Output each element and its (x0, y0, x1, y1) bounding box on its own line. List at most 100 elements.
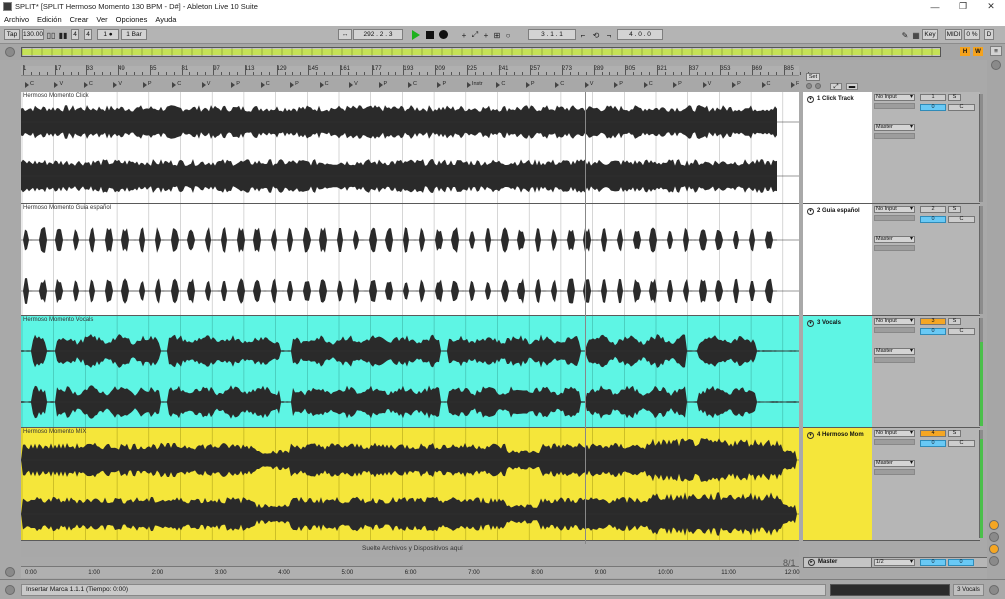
locator-marker-icon[interactable] (231, 82, 236, 88)
track-lane-vocals[interactable]: Hermoso Momento Vocals (21, 316, 799, 428)
locator-strip[interactable]: C V C V P C V P C P C V P C P Instr C P C V P C P V P C Final (21, 79, 799, 91)
track-name[interactable]: 4 Hermoso Mom (817, 432, 864, 438)
midi-map-button[interactable]: MIDI (945, 29, 962, 40)
h-button[interactable]: H (960, 47, 970, 56)
loop-length-field[interactable]: 4 . 0 . 0 (617, 29, 663, 40)
locator-marker-icon[interactable] (584, 82, 589, 88)
next-locator-icon[interactable] (815, 83, 821, 89)
solo-button[interactable]: S (948, 94, 961, 101)
locator-label[interactable]: C (30, 81, 34, 87)
locator-label[interactable]: C (501, 81, 505, 87)
volume-field[interactable]: 0 (920, 104, 946, 111)
computer-midi-keyboard-icon[interactable]: ▦ (911, 30, 921, 40)
input-channel-chooser[interactable] (874, 215, 915, 221)
output-channel-chooser[interactable] (874, 357, 915, 363)
track-activator[interactable]: 2 (920, 206, 946, 213)
input-channel-chooser[interactable] (874, 327, 915, 333)
input-type-chooser[interactable]: No Input (874, 94, 915, 101)
locator-label[interactable]: P (678, 81, 682, 87)
locator-label[interactable]: Instr (472, 81, 483, 87)
loop-start-field[interactable]: 3 . 1 . 1 (528, 29, 576, 40)
master-fold-icon[interactable]: ▸ (808, 559, 815, 566)
menu-ver[interactable]: Ver (96, 15, 107, 24)
menu-crear[interactable]: Crear (70, 15, 89, 24)
output-chooser[interactable]: Master (874, 236, 915, 243)
track-header-1[interactable]: ▾ 1 Click Track (803, 92, 872, 204)
locator-marker-icon[interactable] (761, 82, 766, 88)
menu-ayuda[interactable]: Ayuda (155, 15, 176, 24)
solo-button[interactable]: S (948, 206, 961, 213)
follow-button[interactable]: ↔ (338, 29, 352, 40)
track-lane-mix[interactable]: Hermoso Momento MIX (21, 428, 799, 541)
locator-label[interactable]: P (384, 81, 388, 87)
solo-button[interactable]: S (948, 318, 961, 325)
back-to-arrangement-icon[interactable]: + (481, 30, 491, 40)
solo-button[interactable]: S (948, 430, 961, 437)
punch-in-icon[interactable]: ⌐ (578, 30, 588, 40)
locator-marker-icon[interactable] (496, 82, 501, 88)
delay-toggle-icon[interactable] (989, 556, 999, 566)
output-chooser[interactable]: Master (874, 460, 915, 467)
show-mixer-icon[interactable]: ≡ (990, 46, 1002, 56)
output-chooser[interactable]: Master (874, 124, 915, 131)
pan-field[interactable]: C (948, 104, 975, 111)
locator-marker-icon[interactable] (172, 82, 177, 88)
locator-marker-icon[interactable] (83, 82, 88, 88)
time-sig-denominator[interactable]: 4 (84, 29, 92, 40)
fold-icon[interactable]: ▾ (807, 320, 814, 327)
locator-label[interactable]: V (59, 81, 63, 87)
locator-marker-icon[interactable] (643, 82, 648, 88)
expand-tracks-icon[interactable]: ⤢ (830, 83, 842, 90)
prev-locator-icon[interactable] (806, 83, 812, 89)
tap-tempo-button[interactable]: Tap (4, 29, 20, 40)
volume-field[interactable]: 0 (920, 440, 946, 447)
master-pan-field[interactable]: 0 (948, 559, 974, 566)
input-type-chooser[interactable]: No Input (874, 206, 915, 213)
locator-marker-icon[interactable] (319, 82, 324, 88)
tempo-field[interactable]: 130.00 (22, 29, 44, 40)
locator-marker-icon[interactable] (466, 82, 471, 88)
maximize-button[interactable]: ❐ (949, 0, 977, 13)
close-button[interactable]: ✕ (977, 0, 1005, 13)
master-volume-field[interactable]: 0 (920, 559, 946, 566)
beat-time-ruler[interactable]: 1 17 33 49 65 81 97 113 129 145 161 177 193 209 225 241… (21, 65, 809, 76)
mixer-toggle-icon[interactable] (989, 544, 999, 554)
draw-mode-icon[interactable]: ✎ (900, 30, 910, 40)
input-type-chooser[interactable]: No Input (874, 318, 915, 325)
track-lane-click[interactable]: Hermoso Momento Click (21, 92, 799, 204)
locator-marker-icon[interactable] (201, 82, 206, 88)
sends-toggle-icon[interactable] (989, 532, 999, 542)
locator-label[interactable]: C (325, 81, 329, 87)
loop-switch-icon[interactable]: ⟲ (591, 30, 601, 40)
locator-marker-icon[interactable] (408, 82, 412, 88)
punch-out-icon[interactable]: ¬ (604, 30, 614, 40)
locator-marker-icon[interactable] (437, 82, 442, 88)
locator-label[interactable]: V (590, 81, 594, 87)
locator-marker-icon[interactable] (25, 82, 29, 88)
locator-marker-icon[interactable] (791, 82, 795, 88)
locator-label[interactable]: Final (796, 81, 799, 87)
w-button[interactable]: W (973, 47, 983, 56)
set-locator-button[interactable]: Set (806, 73, 820, 81)
output-channel-chooser[interactable] (874, 245, 915, 251)
quantize-menu[interactable]: 1 Bar (121, 29, 147, 40)
locator-label[interactable]: P (619, 81, 623, 87)
selected-track-name[interactable]: 3 Vocals (953, 584, 984, 596)
track-activator[interactable]: 1 (920, 94, 946, 101)
record-icon[interactable] (439, 30, 448, 39)
locator-label[interactable]: C (266, 81, 270, 87)
locator-marker-icon[interactable] (614, 82, 619, 88)
output-channel-chooser[interactable] (874, 133, 915, 139)
time-sig-numerator[interactable]: 4 (71, 29, 79, 40)
locator-marker-icon[interactable] (290, 82, 295, 88)
browser-toggle-icon[interactable] (991, 60, 1001, 70)
locator-marker-icon[interactable] (525, 82, 530, 88)
master-track-header[interactable]: ▸ Master (803, 557, 872, 568)
time-ruler[interactable]: 0:00 1:00 2:00 3:00 4:00 5:00 6:00 7:00 8:00 9:00… (21, 566, 800, 578)
locator-label[interactable]: C (89, 81, 93, 87)
nudge-up-icon[interactable]: ▮▮ (58, 30, 68, 40)
locator-label[interactable]: P (531, 81, 535, 87)
locator-marker-icon[interactable] (142, 82, 147, 88)
menu-edicion[interactable]: Edición (37, 15, 62, 24)
locator-label[interactable]: C (413, 81, 417, 87)
